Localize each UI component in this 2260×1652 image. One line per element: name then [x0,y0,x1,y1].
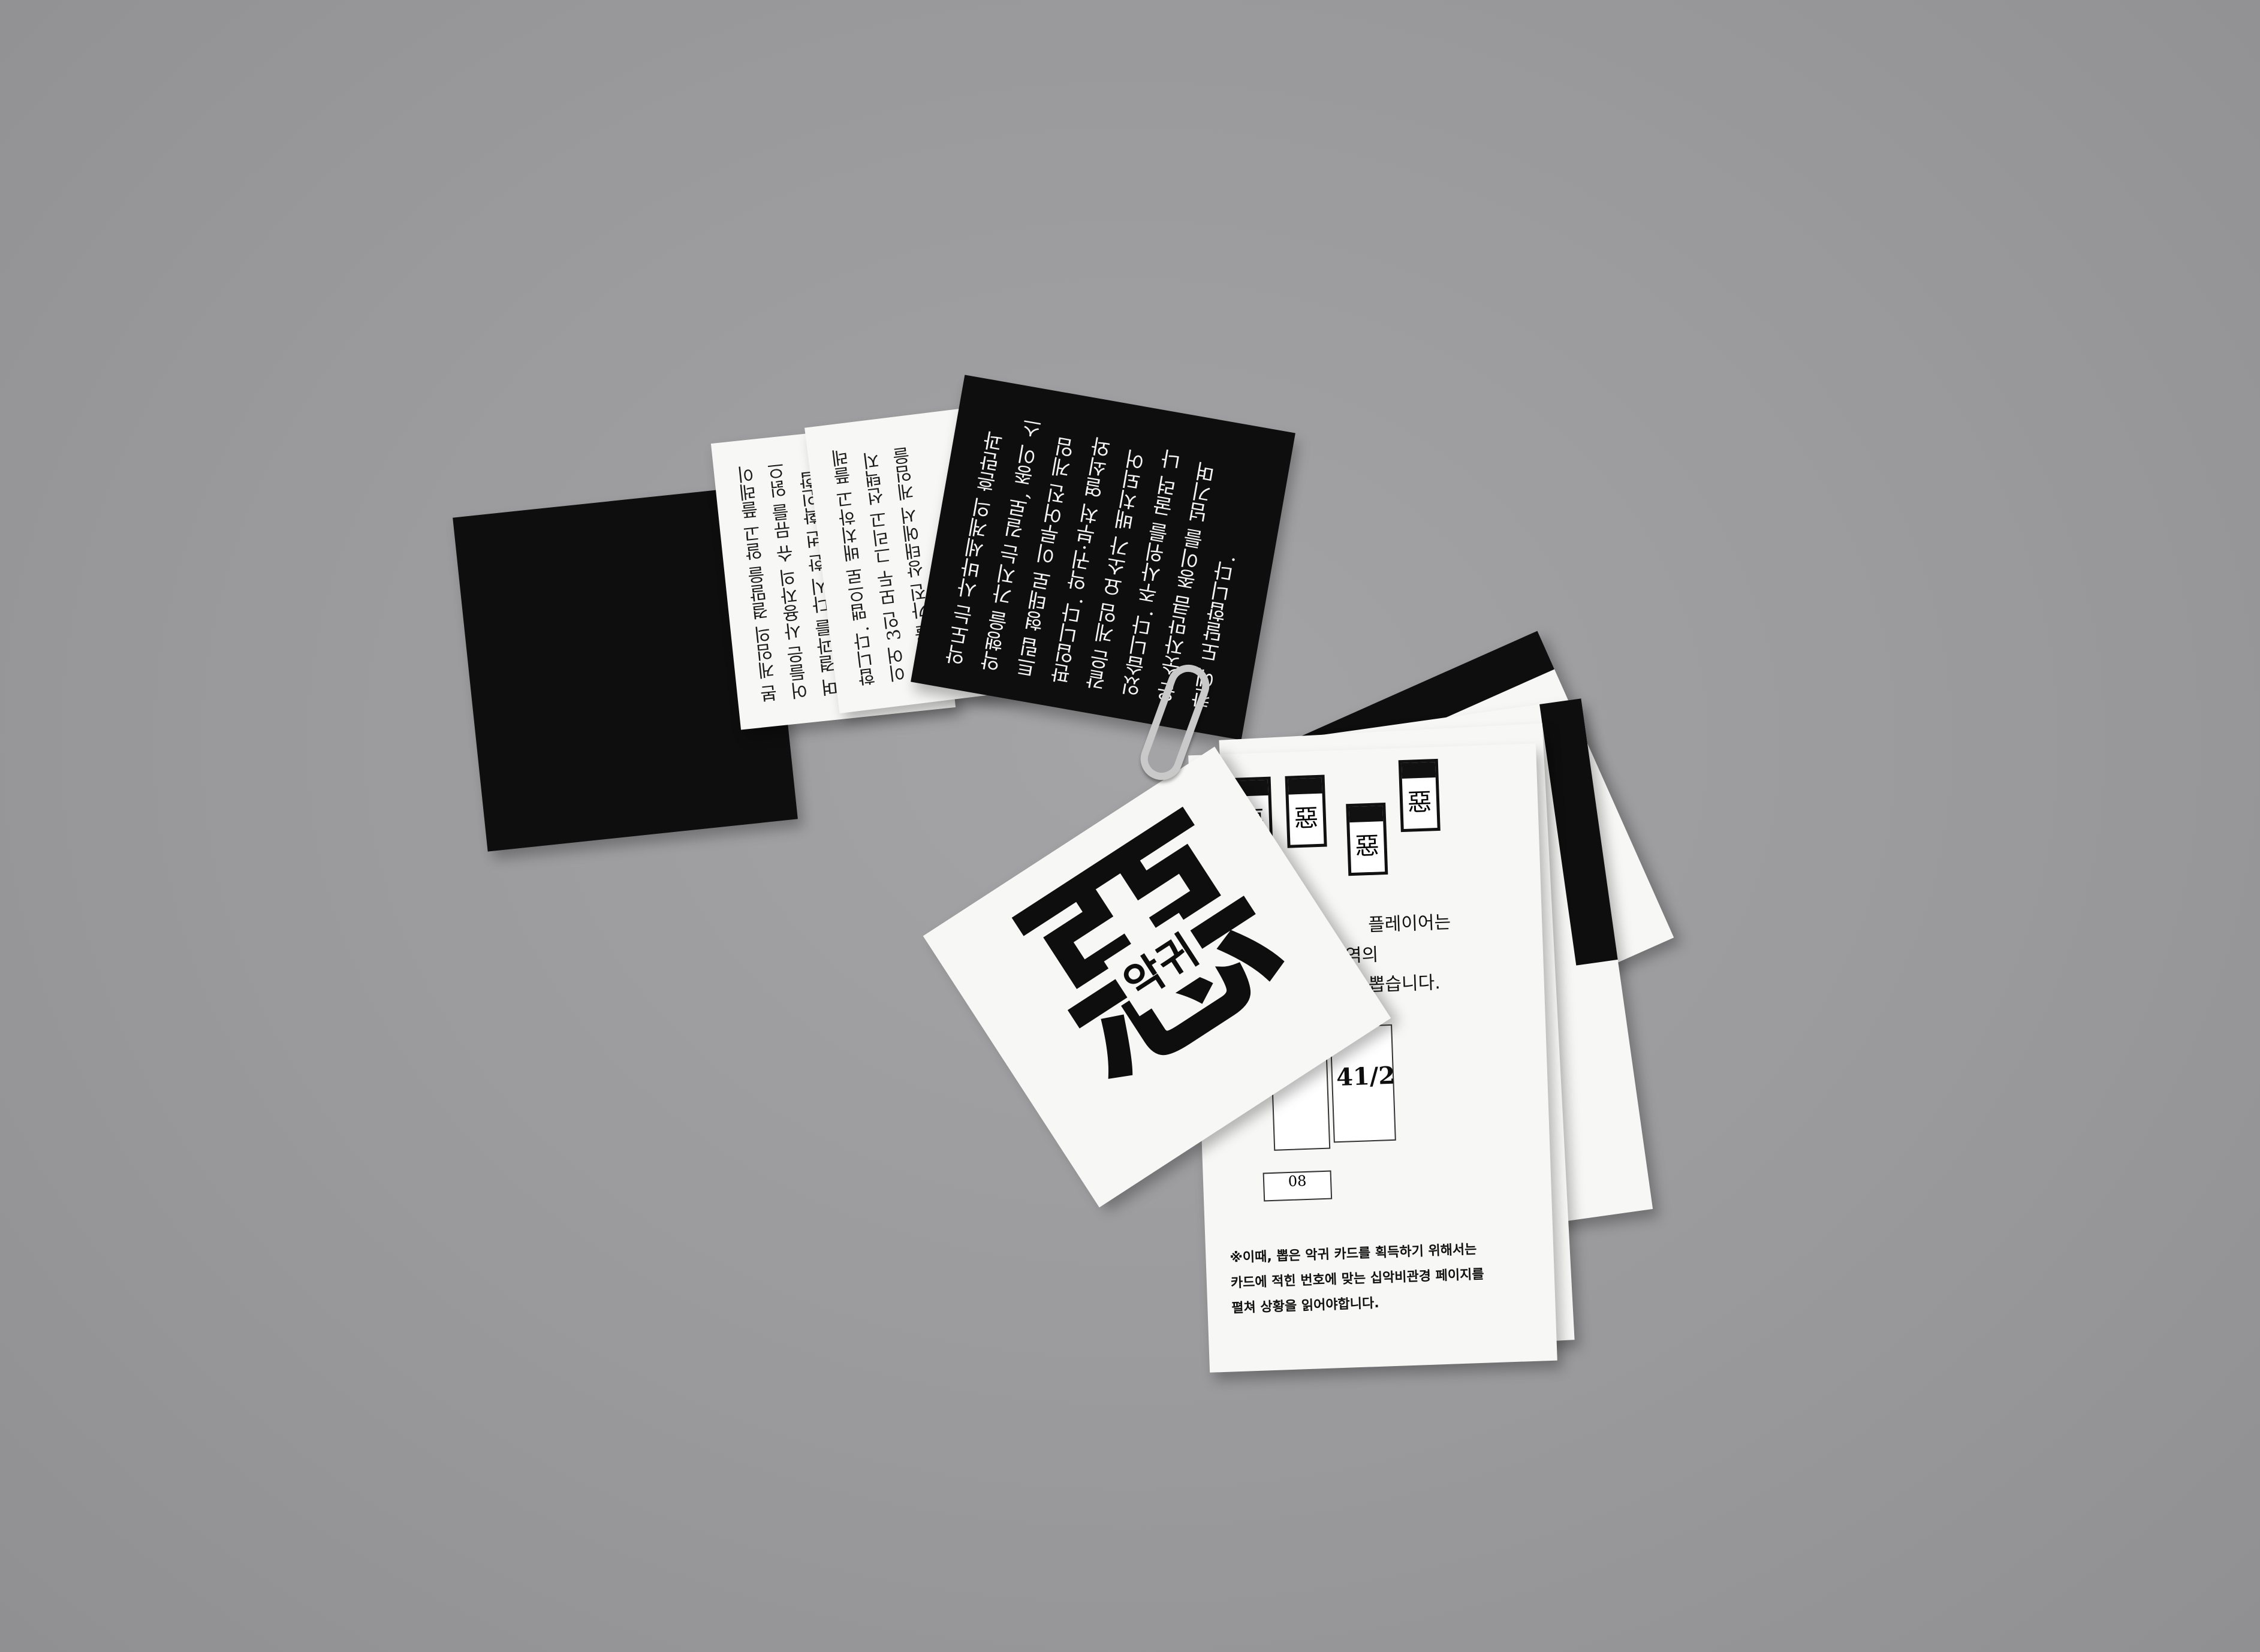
black-rule-card: 악도는 사바세계의 흔란과 악행을 가지는 길로, 종이 스트립 형태로 이루어… [911,375,1295,740]
body-text-line-1: 플레이어는 [1367,912,1451,936]
mini-card-icon: 惡 [1346,803,1388,876]
note-line-3: 펼쳐 상황을 읽어야합니다. [1231,1295,1380,1316]
inner-card-number: 41/2 [1336,1061,1396,1092]
black-rule-card-text: 악도는 사바세계의 흔란과 악행을 가지는 길로, 종이 스트립 형태로 이루어… [944,417,1240,711]
mini-card-icon: 惡 [1398,758,1441,833]
page-number: 08 [1288,1172,1307,1190]
mini-card-icon: 惡 [1285,774,1327,848]
page-number-box: 08 [1262,1170,1333,1202]
